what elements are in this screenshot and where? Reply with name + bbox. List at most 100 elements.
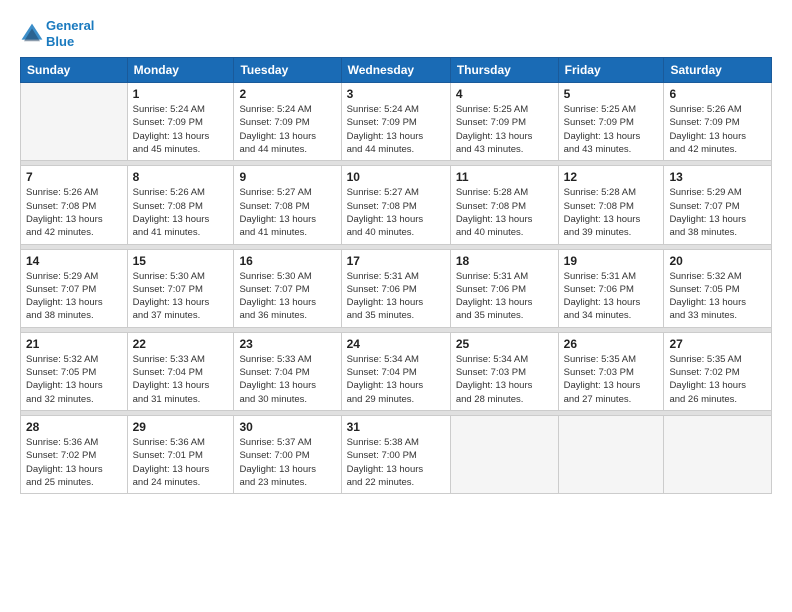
sunrise-text: Sunrise: 5:34 AM	[456, 354, 528, 365]
sunset-text: Sunset: 7:07 PM	[669, 201, 739, 212]
daylight-text: Daylight: 13 hours	[564, 131, 641, 142]
daylight-text: and 23 minutes.	[239, 477, 307, 488]
sunrise-text: Sunrise: 5:32 AM	[669, 271, 741, 282]
daylight-text: Daylight: 13 hours	[347, 214, 424, 225]
daylight-text: and 42 minutes.	[669, 144, 737, 155]
daylight-text: Daylight: 13 hours	[26, 464, 103, 475]
logo-text: General Blue	[46, 18, 94, 49]
daylight-text: Daylight: 13 hours	[564, 214, 641, 225]
day-info: Sunrise: 5:31 AMSunset: 7:06 PMDaylight:…	[456, 270, 553, 323]
daylight-text: and 25 minutes.	[26, 477, 94, 488]
sunset-text: Sunset: 7:02 PM	[669, 367, 739, 378]
daylight-text: and 37 minutes.	[133, 310, 201, 321]
sunset-text: Sunset: 7:08 PM	[456, 201, 526, 212]
sunrise-text: Sunrise: 5:37 AM	[239, 437, 311, 448]
sunset-text: Sunset: 7:09 PM	[564, 117, 634, 128]
daylight-text: and 43 minutes.	[564, 144, 632, 155]
daylight-text: Daylight: 13 hours	[239, 380, 316, 391]
day-info: Sunrise: 5:35 AMSunset: 7:02 PMDaylight:…	[669, 353, 766, 406]
day-number: 14	[26, 254, 122, 268]
daylight-text: Daylight: 13 hours	[133, 464, 210, 475]
sunrise-text: Sunrise: 5:27 AM	[347, 187, 419, 198]
calendar-cell: 19Sunrise: 5:31 AMSunset: 7:06 PMDayligh…	[558, 249, 664, 327]
day-number: 29	[133, 420, 229, 434]
calendar-cell: 7Sunrise: 5:26 AMSunset: 7:08 PMDaylight…	[21, 166, 128, 244]
day-number: 24	[347, 337, 445, 351]
sunrise-text: Sunrise: 5:29 AM	[26, 271, 98, 282]
sunset-text: Sunset: 7:05 PM	[26, 367, 96, 378]
sunset-text: Sunset: 7:08 PM	[133, 201, 203, 212]
day-number: 1	[133, 87, 229, 101]
day-number: 16	[239, 254, 335, 268]
daylight-text: and 32 minutes.	[26, 394, 94, 405]
sunrise-text: Sunrise: 5:28 AM	[456, 187, 528, 198]
day-info: Sunrise: 5:32 AMSunset: 7:05 PMDaylight:…	[26, 353, 122, 406]
day-info: Sunrise: 5:25 AMSunset: 7:09 PMDaylight:…	[456, 103, 553, 156]
calendar-cell: 24 Sunrise: 5:34 AMSunset: 7:04 PMDayligh…	[341, 332, 450, 410]
day-info: Sunrise: 5:26 AMSunset: 7:09 PMDaylight:…	[669, 103, 766, 156]
day-number: 21	[26, 337, 122, 351]
calendar-cell: 11Sunrise: 5:28 AMSunset: 7:08 PMDayligh…	[450, 166, 558, 244]
day-number: 23	[239, 337, 335, 351]
daylight-text: and 33 minutes.	[669, 310, 737, 321]
sunset-text: Sunset: 7:09 PM	[347, 117, 417, 128]
sunrise-text: Sunrise: 5:24 AM	[133, 104, 205, 115]
daylight-text: Daylight: 13 hours	[239, 297, 316, 308]
sunrise-text: Sunrise: 5:33 AM	[133, 354, 205, 365]
daylight-text: and 44 minutes.	[239, 144, 307, 155]
sunset-text: Sunset: 7:06 PM	[456, 284, 526, 295]
day-info: Sunrise: 5:34 AMSunset: 7:04 PMDaylight:…	[347, 353, 445, 406]
weekday-header-friday: Friday	[558, 58, 664, 83]
daylight-text: and 38 minutes.	[26, 310, 94, 321]
daylight-text: Daylight: 13 hours	[133, 131, 210, 142]
day-info: Sunrise: 5:26 AMSunset: 7:08 PMDaylight:…	[26, 186, 122, 239]
daylight-text: Daylight: 13 hours	[669, 297, 746, 308]
day-info: Sunrise: 5:27 AMSunset: 7:08 PMDaylight:…	[239, 186, 335, 239]
daylight-text: and 31 minutes.	[133, 394, 201, 405]
calendar-cell	[21, 83, 128, 161]
day-number: 3	[347, 87, 445, 101]
daylight-text: and 27 minutes.	[564, 394, 632, 405]
week-row-5: 28Sunrise: 5:36 AMSunset: 7:02 PMDayligh…	[21, 415, 772, 493]
calendar-cell: 10Sunrise: 5:27 AMSunset: 7:08 PMDayligh…	[341, 166, 450, 244]
day-number: 31	[347, 420, 445, 434]
sunset-text: Sunset: 7:04 PM	[347, 367, 417, 378]
calendar-cell: 14Sunrise: 5:29 AMSunset: 7:07 PMDayligh…	[21, 249, 128, 327]
calendar-cell: 26Sunrise: 5:35 AMSunset: 7:03 PMDayligh…	[558, 332, 664, 410]
day-number: 27	[669, 337, 766, 351]
week-row-2: 7Sunrise: 5:26 AMSunset: 7:08 PMDaylight…	[21, 166, 772, 244]
day-number: 6	[669, 87, 766, 101]
day-info: Sunrise: 5:30 AMSunset: 7:07 PMDaylight:…	[133, 270, 229, 323]
calendar-cell	[664, 415, 772, 493]
daylight-text: and 41 minutes.	[133, 227, 201, 238]
day-number: 13	[669, 170, 766, 184]
daylight-text: and 40 minutes.	[456, 227, 524, 238]
sunset-text: Sunset: 7:09 PM	[239, 117, 309, 128]
calendar-cell: 16Sunrise: 5:30 AMSunset: 7:07 PMDayligh…	[234, 249, 341, 327]
calendar-cell: 6 Sunrise: 5:26 AMSunset: 7:09 PMDaylight…	[664, 83, 772, 161]
weekday-header-saturday: Saturday	[664, 58, 772, 83]
day-info: Sunrise: 5:36 AMSunset: 7:02 PMDaylight:…	[26, 436, 122, 489]
daylight-text: Daylight: 13 hours	[347, 297, 424, 308]
daylight-text: Daylight: 13 hours	[239, 131, 316, 142]
day-info: Sunrise: 5:33 AMSunset: 7:04 PMDaylight:…	[133, 353, 229, 406]
day-info: Sunrise: 5:33 AMSunset: 7:04 PMDaylight:…	[239, 353, 335, 406]
sunset-text: Sunset: 7:08 PM	[239, 201, 309, 212]
daylight-text: Daylight: 13 hours	[347, 131, 424, 142]
daylight-text: Daylight: 13 hours	[239, 214, 316, 225]
weekday-header-tuesday: Tuesday	[234, 58, 341, 83]
day-number: 5	[564, 87, 659, 101]
sunrise-text: Sunrise: 5:33 AM	[239, 354, 311, 365]
calendar-cell: 4Sunrise: 5:25 AMSunset: 7:09 PMDaylight…	[450, 83, 558, 161]
day-info: Sunrise: 5:31 AMSunset: 7:06 PMDaylight:…	[347, 270, 445, 323]
calendar-cell: 2Sunrise: 5:24 AMSunset: 7:09 PMDaylight…	[234, 83, 341, 161]
day-info: Sunrise: 5:24 AMSunset: 7:09 PMDaylight:…	[239, 103, 335, 156]
calendar-cell: 12Sunrise: 5:28 AMSunset: 7:08 PMDayligh…	[558, 166, 664, 244]
week-row-4: 21 Sunrise: 5:32 AMSunset: 7:05 PMDayligh…	[21, 332, 772, 410]
day-info: Sunrise: 5:29 AMSunset: 7:07 PMDaylight:…	[669, 186, 766, 239]
day-number: 22	[133, 337, 229, 351]
daylight-text: Daylight: 13 hours	[26, 214, 103, 225]
calendar-cell: 3Sunrise: 5:24 AMSunset: 7:09 PMDaylight…	[341, 83, 450, 161]
logo: General Blue	[20, 18, 94, 49]
sunset-text: Sunset: 7:09 PM	[456, 117, 526, 128]
